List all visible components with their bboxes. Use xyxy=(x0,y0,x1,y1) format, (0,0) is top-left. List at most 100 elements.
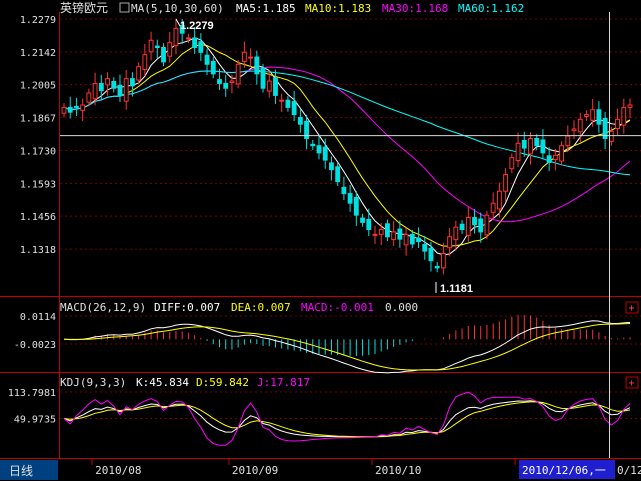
candle-up-body xyxy=(92,82,98,100)
candle-up-body xyxy=(378,229,384,235)
date-tick-label: 2010/09 xyxy=(232,464,278,477)
kdj-j-value: J:17.817 xyxy=(257,376,310,389)
candle-down-body xyxy=(385,223,390,238)
candle xyxy=(98,74,104,100)
candle-down-body xyxy=(322,146,328,161)
candle-down-body xyxy=(360,217,365,223)
candle xyxy=(235,59,241,89)
candle-up-body xyxy=(142,54,148,71)
price-tick-label: 1.1730 xyxy=(20,147,56,158)
candle xyxy=(341,176,347,201)
candle xyxy=(154,39,160,59)
candle xyxy=(552,148,558,171)
candle xyxy=(403,227,409,256)
candle-down-body xyxy=(254,56,260,75)
price-tick-label: 1.1867 xyxy=(20,114,56,125)
kdj-tick-label: 49.9735 xyxy=(14,415,56,426)
candle xyxy=(260,63,266,93)
ma-toggle-icon[interactable] xyxy=(119,2,130,13)
candle-up-body xyxy=(496,190,502,210)
candle xyxy=(329,156,334,181)
candle xyxy=(366,208,372,237)
candle-up-body xyxy=(590,109,596,121)
kdj-d-line xyxy=(63,401,631,438)
candle-down-body xyxy=(546,155,552,163)
candle xyxy=(627,98,633,119)
ma30-value: MA30:1.168 xyxy=(382,2,448,15)
candle-up-body xyxy=(80,104,86,111)
candle-up-body xyxy=(229,80,235,83)
candle xyxy=(528,132,533,165)
candle-up-body xyxy=(515,142,521,162)
candle xyxy=(571,120,577,140)
candle xyxy=(279,93,285,112)
price-tick-label: 1.1318 xyxy=(20,245,56,256)
candle-down-body xyxy=(154,45,160,49)
chart-canvas[interactable]: 1.2279 1.2142 1.2005 1.1867 1.1730 1.1593 1.14… xyxy=(0,0,641,481)
candle xyxy=(459,219,465,234)
candle xyxy=(584,110,589,121)
candle-down-body xyxy=(297,116,303,125)
kdj-tick-labels: 113.7981 49.9735 xyxy=(8,388,56,426)
candle-up-body xyxy=(621,106,627,126)
candle xyxy=(304,114,309,150)
macd-diff-line xyxy=(63,320,631,374)
candle xyxy=(74,97,79,117)
candle-up-body xyxy=(105,78,110,86)
candle xyxy=(254,50,260,85)
macd-diff-value: DIFF:0.007 xyxy=(154,301,220,314)
candle-up-body xyxy=(185,37,191,40)
candle-down-body xyxy=(540,139,546,154)
candle-down-body xyxy=(98,82,104,92)
candle xyxy=(248,48,254,67)
price-tick-label: 1.2005 xyxy=(20,81,56,92)
date-tick-label: 0/12 xyxy=(617,464,641,477)
candle-down-body xyxy=(521,139,527,149)
candle-down-body xyxy=(459,223,465,231)
candle-down-body xyxy=(347,193,353,204)
macd-dea-line xyxy=(63,323,631,371)
candle xyxy=(372,225,378,244)
candle-up-body xyxy=(235,63,241,85)
price-gridlines xyxy=(60,18,641,250)
low-annotation: 1.1181 xyxy=(435,282,473,295)
candle-down-body xyxy=(397,228,403,240)
candle-up-body xyxy=(148,39,154,53)
candle-up-body xyxy=(565,135,571,147)
candle-down-body xyxy=(204,54,210,65)
ma60-line xyxy=(63,70,631,176)
ma-params-label: MA(5,10,30,60) xyxy=(131,2,224,15)
candle xyxy=(273,69,278,105)
candle xyxy=(490,192,496,219)
candle xyxy=(385,219,390,242)
candle-down-body xyxy=(67,106,73,113)
candle-up-body xyxy=(509,157,515,170)
candle-down-body xyxy=(223,82,229,89)
macd-params-label: MACD(26,12,9) xyxy=(60,301,146,314)
macd-macd-value: MACD:-0.001 xyxy=(301,301,374,314)
candle-up-body xyxy=(248,56,254,59)
candle xyxy=(465,206,471,242)
candle xyxy=(67,96,73,119)
candle-up-body xyxy=(391,231,397,241)
candle xyxy=(428,241,434,272)
candle xyxy=(210,57,216,79)
candle-up-body xyxy=(279,99,285,102)
price-tick-label: 1.1456 xyxy=(20,212,56,223)
footer-bar: 日线 2010/082010/092010/102010/110/12 2010… xyxy=(0,459,641,481)
macd-tick-label: -0.0023 xyxy=(14,340,56,351)
macd-tick-label: 0.0114 xyxy=(20,312,56,323)
date-tick-label: 2010/08 xyxy=(95,464,141,477)
candle-down-body xyxy=(416,237,421,243)
ma5-value: MA5:1.185 xyxy=(236,2,296,15)
candle-down-body xyxy=(335,166,341,183)
candle xyxy=(297,108,303,133)
ma60-value: MA60:1.162 xyxy=(458,2,524,15)
macd-dea-value: DEA:0.007 xyxy=(231,301,291,314)
candle xyxy=(503,167,509,202)
candle-up-body xyxy=(584,114,589,117)
candle xyxy=(92,72,98,106)
candle-up-body xyxy=(615,118,620,129)
candle xyxy=(353,190,359,226)
candle-down-body xyxy=(534,138,540,147)
